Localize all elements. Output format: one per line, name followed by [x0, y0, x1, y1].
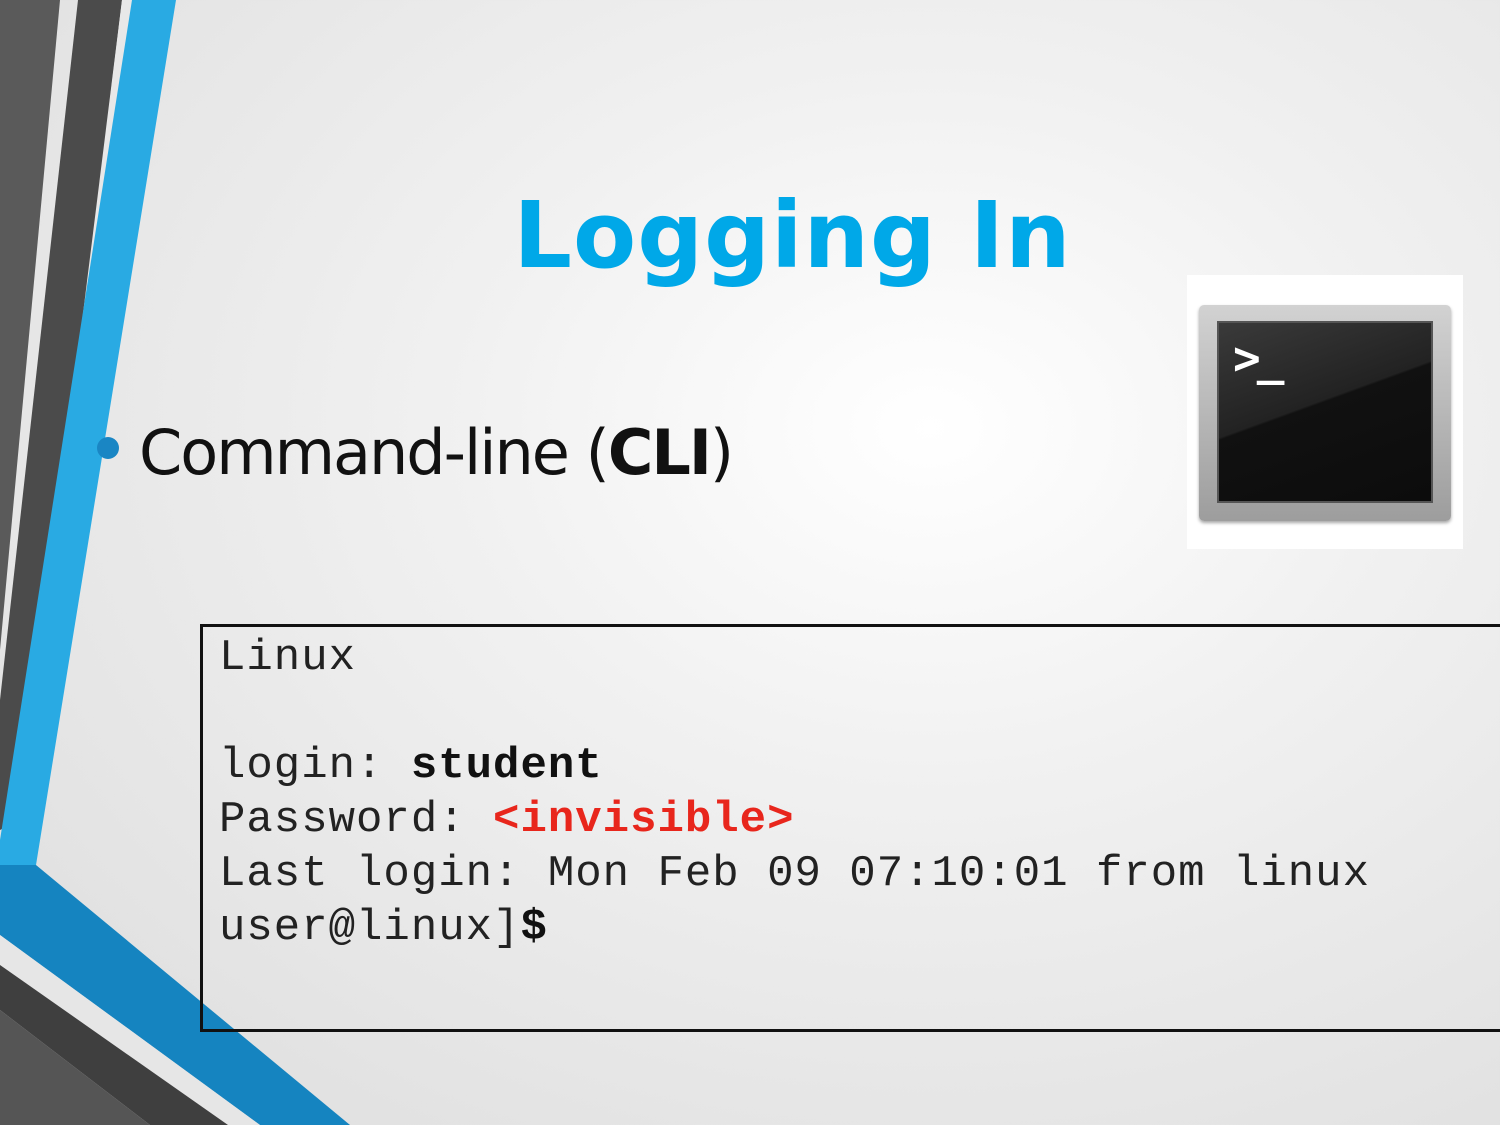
- terminal-icon-prompt: >_: [1233, 331, 1284, 385]
- login-label: login:: [219, 741, 411, 791]
- console-line-login: login: student: [219, 741, 603, 791]
- bullet-text-bold: CLI: [607, 415, 712, 489]
- console-line-password: Password: <invisible>: [219, 795, 795, 845]
- prompt-text: user@linux]: [219, 903, 521, 953]
- console-line-linux: Linux: [219, 633, 357, 683]
- password-value: <invisible>: [493, 795, 795, 845]
- console-box: Linux login: student Password: <invisibl…: [200, 624, 1500, 1032]
- login-value: student: [410, 741, 603, 791]
- slide: Logging In Command-line (CLI) >_ Linux l…: [0, 0, 1500, 1125]
- bullet-text-close: ): [709, 415, 734, 489]
- terminal-icon-screen: >_: [1217, 321, 1433, 503]
- bullet-item: Command-line (CLI): [97, 412, 734, 492]
- slide-title: Logging In: [513, 182, 1072, 289]
- prompt-symbol: $: [520, 903, 548, 953]
- password-label: Password:: [219, 795, 494, 845]
- console-line-prompt: user@linux]$: [219, 903, 548, 953]
- console-line-last-login: Last login: Mon Feb 09 07:10:01 from lin…: [219, 849, 1370, 899]
- bullet-text: Command-line (CLI): [139, 415, 734, 489]
- bullet-text-regular: Command-line (: [139, 415, 610, 489]
- terminal-icon: >_: [1187, 275, 1463, 549]
- bullet-dot-icon: [97, 437, 119, 459]
- terminal-icon-frame: >_: [1199, 305, 1451, 521]
